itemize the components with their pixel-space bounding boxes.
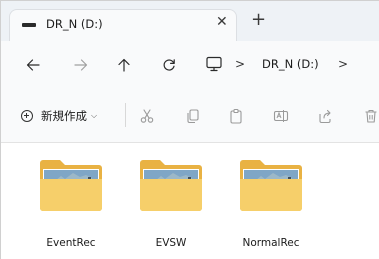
close-tab-icon[interactable]: ✕ — [216, 15, 228, 29]
cut-icon — [140, 109, 154, 123]
rename-icon — [273, 110, 289, 122]
new-tab-button[interactable]: + — [251, 11, 266, 29]
paste-icon — [230, 108, 242, 124]
folder-item[interactable]: NormalRec — [233, 155, 309, 255]
drive-icon — [22, 23, 36, 27]
folder-name: EventRec — [46, 237, 96, 249]
folder-name: NormalRec — [242, 237, 300, 249]
new-button[interactable]: 新規作成 ⌵ — [21, 105, 97, 127]
file-list: EventRec EVSW NormalRec — [1, 143, 379, 259]
folder-icon — [140, 160, 202, 211]
refresh-icon — [163, 59, 175, 71]
refresh-button[interactable] — [157, 41, 181, 89]
delete-button[interactable] — [361, 106, 379, 126]
paste-button[interactable] — [226, 106, 246, 126]
breadcrumb-separator-trailing[interactable]: > — [338, 57, 348, 71]
rename-button[interactable] — [271, 106, 291, 126]
navigation-bar: > DR_N (D:) > — [1, 41, 379, 89]
breadcrumb-separator[interactable]: > — [235, 57, 245, 71]
share-button[interactable] — [315, 106, 335, 126]
folder-icon — [240, 160, 302, 211]
tab-title: DR_N (D:) — [46, 17, 103, 31]
forward-button[interactable] — [69, 41, 93, 89]
share-icon — [319, 109, 331, 124]
folder-item[interactable]: EVSW — [133, 155, 209, 255]
new-button-label: 新規作成 — [41, 109, 87, 123]
back-button[interactable] — [21, 41, 45, 89]
copy-button[interactable] — [183, 106, 203, 126]
folder-item[interactable]: EventRec — [33, 155, 109, 255]
tab-dr-n[interactable]: DR_N (D:) ✕ — [9, 9, 237, 41]
command-bar: 新規作成 ⌵ — [1, 89, 379, 143]
copy-icon — [187, 109, 199, 124]
chevron-down-icon: ⌵ — [91, 111, 98, 120]
folder-icon — [40, 160, 102, 211]
breadcrumb-drive[interactable]: DR_N (D:) — [262, 57, 319, 71]
tab-strip: DR_N (D:) ✕ + — [1, 1, 379, 41]
cut-button[interactable] — [137, 106, 157, 126]
arrow-right-icon — [74, 59, 88, 71]
folder-name: EVSW — [155, 237, 187, 249]
arrow-left-icon — [26, 59, 40, 71]
file-explorer-window: DR_N (D:) ✕ + > DR_N (D:) > 新規作成 ⌵ Event… — [0, 0, 379, 259]
address-bar[interactable]: > DR_N (D:) > — [201, 49, 379, 81]
arrow-up-icon — [118, 58, 130, 72]
pc-icon — [206, 56, 222, 72]
delete-icon — [365, 109, 377, 123]
up-button[interactable] — [112, 41, 136, 89]
add-circle-icon — [21, 110, 33, 122]
toolbar-divider — [125, 103, 126, 127]
